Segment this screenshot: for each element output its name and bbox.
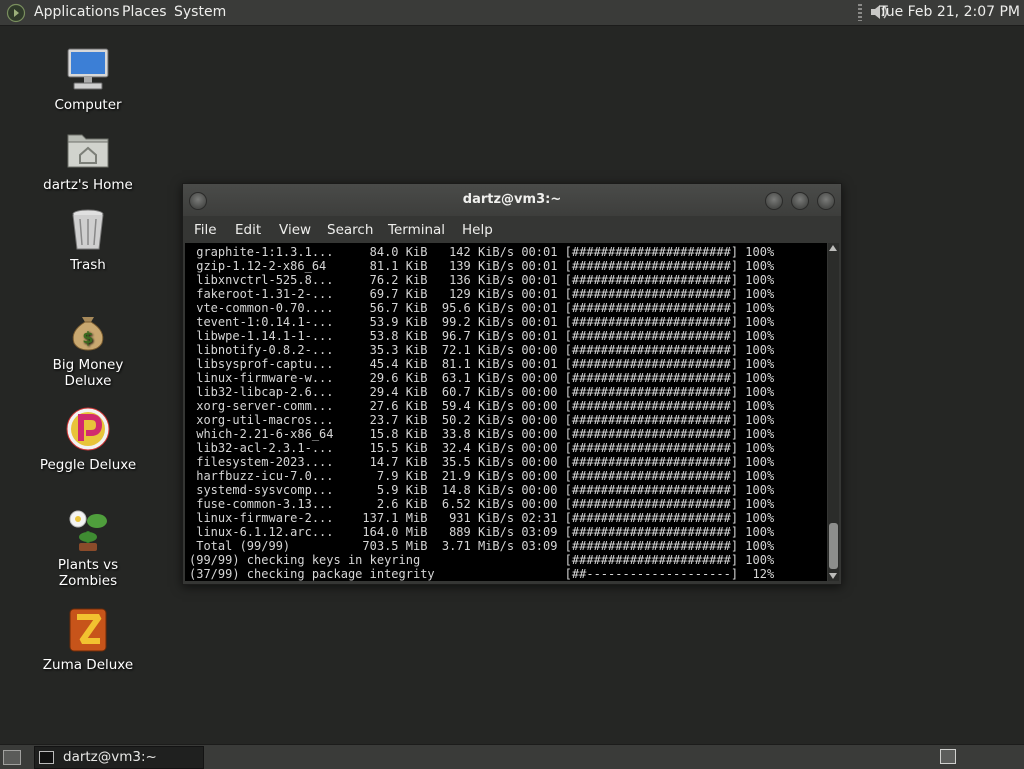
- terminal-line: libxnvctrl-525.8... 76.2 KiB 136 KiB/s 0…: [189, 273, 775, 287]
- window-titlebar[interactable]: dartz@vm3:~: [183, 184, 841, 216]
- terminal-line: fuse-common-3.13... 2.6 KiB 6.52 KiB/s 0…: [189, 497, 775, 511]
- home-folder-icon: [64, 125, 112, 173]
- terminal-line: which-2.21-6-x86_64 15.8 KiB 33.8 KiB/s …: [189, 427, 775, 441]
- menu-file[interactable]: File: [194, 222, 217, 238]
- terminal-line: linux-firmware-w... 29.6 KiB 63.1 KiB/s …: [189, 371, 775, 385]
- desktop-icon-computer[interactable]: Computer: [28, 45, 148, 113]
- peggle-icon: [64, 405, 112, 453]
- terminal-line: systemd-sysvcomp... 5.9 KiB 14.8 KiB/s 0…: [189, 483, 775, 497]
- zuma-icon: [64, 605, 112, 653]
- terminal-line: vte-common-0.70.... 56.7 KiB 95.6 KiB/s …: [189, 301, 775, 315]
- scrollbar-thumb[interactable]: [829, 523, 838, 569]
- close-button[interactable]: [817, 192, 835, 210]
- desktop-icon-home[interactable]: dartz's Home: [28, 125, 148, 193]
- desktop-icon-label: Plants vs Zombies: [57, 557, 119, 589]
- top-panel: Applications Places System Tue Feb 21, 2…: [0, 0, 1024, 26]
- desktop-icon-trash[interactable]: Trash: [28, 205, 148, 273]
- menu-help[interactable]: Help: [462, 222, 493, 238]
- terminal-icon: [39, 751, 54, 764]
- bottom-panel: dartz@vm3:~: [0, 744, 1024, 769]
- terminal-line: linux-6.1.12.arc... 164.0 MiB 889 KiB/s …: [189, 525, 775, 539]
- terminal-line: Total (99/99) 703.5 MiB 3.71 MiB/s 03:09…: [189, 539, 775, 553]
- terminal-output[interactable]: graphite-1:1.3.1... 84.0 KiB 142 KiB/s 0…: [185, 243, 827, 581]
- desktop-icon-peggle[interactable]: Peggle Deluxe: [28, 405, 148, 473]
- applications-menu[interactable]: Applications: [34, 0, 120, 25]
- desktop-icon-label: Big Money Deluxe: [52, 357, 124, 389]
- terminal-line: linux-firmware-2... 137.1 MiB 931 KiB/s …: [189, 511, 775, 525]
- clock[interactable]: Tue Feb 21, 2:07 PM: [879, 0, 1020, 25]
- window-menu-icon[interactable]: [189, 192, 207, 210]
- desktop-icon-plants-vs-zombies[interactable]: Plants vs Zombies: [28, 505, 148, 589]
- terminal-line: harfbuzz-icu-7.0... 7.9 KiB 21.9 KiB/s 0…: [189, 469, 775, 483]
- minimize-button[interactable]: [765, 192, 783, 210]
- computer-icon: [64, 45, 112, 93]
- terminal-line: libwpe-1.14.1-1-... 53.8 KiB 96.7 KiB/s …: [189, 329, 775, 343]
- terminal-line: xorg-server-comm... 27.6 KiB 59.4 KiB/s …: [189, 399, 775, 413]
- terminal-text: graphite-1:1.3.1... 84.0 KiB 142 KiB/s 0…: [185, 243, 827, 581]
- trash-icon: [64, 205, 112, 253]
- desktop-icon-label: Peggle Deluxe: [39, 457, 137, 473]
- workspace-switcher[interactable]: [940, 749, 956, 764]
- maximize-button[interactable]: [791, 192, 809, 210]
- terminal-line: tevent-1:0.14.1-... 53.9 KiB 99.2 KiB/s …: [189, 315, 775, 329]
- desktop-icon-zuma[interactable]: Zuma Deluxe: [28, 605, 148, 673]
- system-menu[interactable]: System: [174, 0, 226, 25]
- svg-text:$: $: [82, 328, 93, 347]
- terminal-window[interactable]: dartz@vm3:~ File Edit View Search Termin…: [182, 183, 842, 585]
- desktop-icon-label: dartz's Home: [43, 177, 133, 193]
- money-bag-icon: $: [64, 305, 112, 353]
- show-desktop-icon[interactable]: [3, 750, 21, 765]
- places-menu[interactable]: Places: [122, 0, 167, 25]
- menu-view[interactable]: View: [279, 222, 311, 238]
- terminal-line: lib32-acl-2.3.1-... 15.5 KiB 32.4 KiB/s …: [189, 441, 775, 455]
- panel-grip[interactable]: [858, 4, 862, 21]
- desktop-icon-label: Trash: [70, 257, 106, 273]
- terminal-line: gzip-1.12-2-x86_64 81.1 KiB 139 KiB/s 00…: [189, 259, 775, 273]
- window-title: dartz@vm3:~: [462, 192, 562, 207]
- terminal-scrollbar[interactable]: [828, 243, 839, 581]
- terminal-line: libsysprof-captu... 45.4 KiB 81.1 KiB/s …: [189, 357, 775, 371]
- menu-terminal[interactable]: Terminal: [388, 222, 445, 238]
- desktop-icon-label: Computer: [54, 97, 122, 113]
- menu-search[interactable]: Search: [327, 222, 373, 238]
- scroll-down-arrow-icon[interactable]: [829, 573, 837, 579]
- taskbar-item-terminal[interactable]: dartz@vm3:~: [34, 746, 204, 769]
- terminal-line: (99/99) checking keys in keyring [######…: [189, 553, 775, 567]
- desktop-icon-label: Zuma Deluxe: [42, 657, 134, 673]
- terminal-line: filesystem-2023.... 14.7 KiB 35.5 KiB/s …: [189, 455, 775, 469]
- terminal-menubar: File Edit View Search Terminal Help: [183, 216, 841, 243]
- menu-edit[interactable]: Edit: [235, 222, 261, 238]
- terminal-line: (37/99) checking package integrity [##--…: [189, 567, 775, 581]
- terminal-line: lib32-libcap-2.6... 29.4 KiB 60.7 KiB/s …: [189, 385, 775, 399]
- taskbar-item-label: dartz@vm3:~: [63, 749, 157, 765]
- terminal-line: xorg-util-macros... 23.7 KiB 50.2 KiB/s …: [189, 413, 775, 427]
- scroll-up-arrow-icon[interactable]: [829, 245, 837, 251]
- desktop-icon-big-money[interactable]: $ Big Money Deluxe: [28, 305, 148, 389]
- gnome-foot-icon[interactable]: [6, 3, 26, 23]
- plants-vs-zombies-icon: [64, 505, 112, 553]
- terminal-line: libnotify-0.8.2-... 35.3 KiB 72.1 KiB/s …: [189, 343, 775, 357]
- terminal-line: fakeroot-1.31-2-... 69.7 KiB 129 KiB/s 0…: [189, 287, 775, 301]
- terminal-line: graphite-1:1.3.1... 84.0 KiB 142 KiB/s 0…: [189, 245, 775, 259]
